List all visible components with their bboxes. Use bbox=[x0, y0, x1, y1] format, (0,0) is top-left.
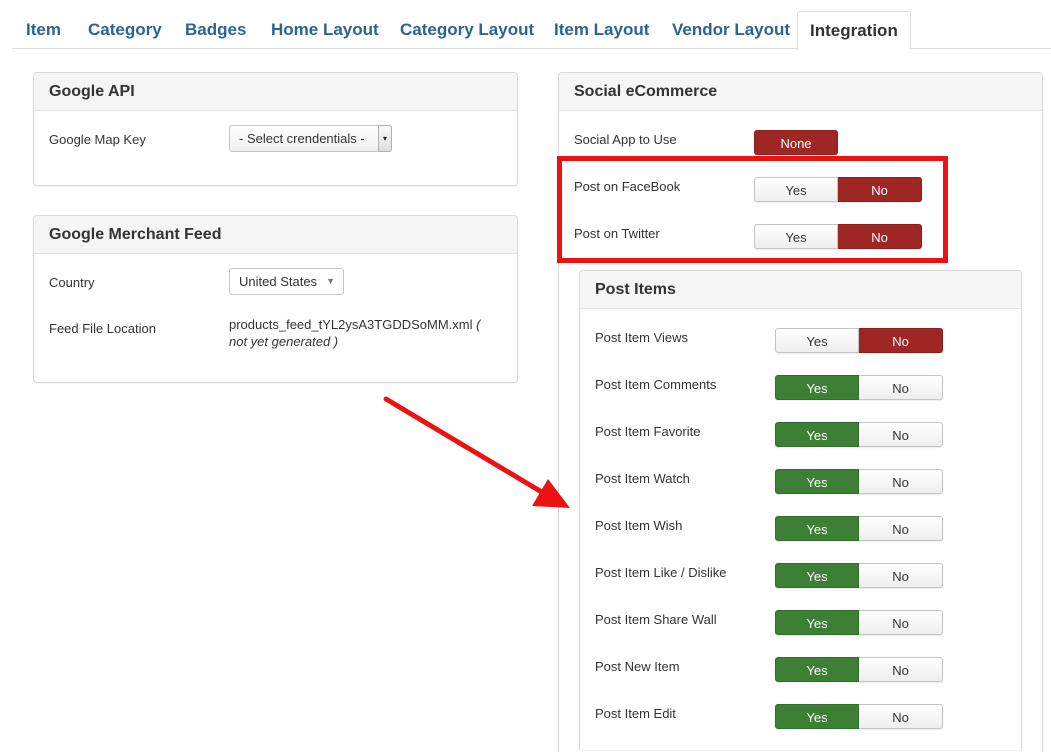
post-item-toggle: Yes No bbox=[775, 375, 943, 400]
tab-integration[interactable]: Integration bbox=[797, 11, 911, 50]
tab-item[interactable]: Item bbox=[26, 11, 61, 49]
post-item-no-button[interactable]: No bbox=[859, 469, 943, 494]
social-app-none-button[interactable]: None bbox=[754, 130, 838, 155]
feed-file-name: products_feed_tYL2ysA3TGDDSoMM.xml bbox=[229, 317, 473, 332]
post-item-yes-button[interactable]: Yes bbox=[775, 328, 859, 353]
post-item-no-button[interactable]: No bbox=[859, 375, 943, 400]
post-item-label: Post Item Views bbox=[595, 330, 688, 345]
post-item-toggle: Yes No bbox=[775, 422, 943, 447]
social-app-label: Social App to Use bbox=[574, 132, 677, 147]
country-label: Country bbox=[49, 275, 95, 290]
google-map-key-label: Google Map Key bbox=[49, 132, 146, 147]
post-item-toggle: Yes No bbox=[775, 516, 943, 541]
post-item-toggle: Yes No bbox=[775, 328, 943, 353]
post-item-toggle: Yes No bbox=[775, 610, 943, 635]
post-item-label: Post Item Wish bbox=[595, 518, 683, 533]
post-item-label: Post Item Edit bbox=[595, 706, 676, 721]
tab-home-layout[interactable]: Home Layout bbox=[271, 11, 379, 49]
post-item-label: Post Item Favorite bbox=[595, 424, 701, 439]
post-item-yes-button[interactable]: Yes bbox=[775, 469, 859, 494]
social-app-selector: None bbox=[754, 130, 838, 155]
merchant-feed-panel: Google Merchant Feed Country United Stat… bbox=[33, 215, 518, 383]
google-map-key-value: - Select crendentials - bbox=[239, 131, 365, 146]
post-item-no-button[interactable]: No bbox=[859, 328, 943, 353]
post-item-yes-button[interactable]: Yes bbox=[775, 422, 859, 447]
google-map-key-select[interactable]: - Select crendentials - ▾ bbox=[229, 125, 392, 152]
merchant-feed-title: Google Merchant Feed bbox=[34, 216, 517, 254]
post-item-no-button[interactable]: No bbox=[859, 704, 943, 729]
post-item-yes-button[interactable]: Yes bbox=[775, 375, 859, 400]
post-item-toggle: Yes No bbox=[775, 704, 943, 729]
post-item-no-button[interactable]: No bbox=[859, 516, 943, 541]
post-item-yes-button[interactable]: Yes bbox=[775, 610, 859, 635]
post-item-toggle: Yes No bbox=[775, 563, 943, 588]
post-item-label: Post Item Share Wall bbox=[595, 612, 717, 627]
post-item-no-button[interactable]: No bbox=[859, 422, 943, 447]
post-item-yes-button[interactable]: Yes bbox=[775, 657, 859, 682]
post-item-no-button[interactable]: No bbox=[859, 563, 943, 588]
annotation-arrow-icon bbox=[383, 396, 570, 508]
post-item-yes-button[interactable]: Yes bbox=[775, 704, 859, 729]
country-value: United States bbox=[239, 274, 318, 289]
tab-item-layout[interactable]: Item Layout bbox=[554, 11, 649, 49]
post-item-yes-button[interactable]: Yes bbox=[775, 563, 859, 588]
post-item-toggle: Yes No bbox=[775, 657, 943, 682]
tab-badges[interactable]: Badges bbox=[185, 11, 246, 49]
post-item-label: Post New Item bbox=[595, 659, 680, 674]
select-arrow-icon: ▾ bbox=[378, 125, 392, 152]
post-items-panel: Post Items Post Item Views Yes No Post Item… bbox=[579, 270, 1022, 750]
feed-file-value: products_feed_tYL2ysA3TGDDSoMM.xml ( not… bbox=[229, 316, 499, 350]
google-api-title: Google API bbox=[34, 73, 517, 111]
feed-file-location-label: Feed File Location bbox=[49, 321, 156, 336]
tab-bar: Item Category Badges Home Layout Categor… bbox=[12, 11, 1051, 50]
post-item-label: Post Item Comments bbox=[595, 377, 717, 392]
post-item-no-button[interactable]: No bbox=[859, 657, 943, 682]
country-select[interactable]: United States ▼ bbox=[229, 268, 344, 295]
post-item-no-button[interactable]: No bbox=[859, 610, 943, 635]
annotation-highlight-box bbox=[557, 156, 948, 263]
tab-vendor-layout[interactable]: Vendor Layout bbox=[672, 11, 790, 49]
tab-category-layout[interactable]: Category Layout bbox=[400, 11, 534, 49]
post-items-title: Post Items bbox=[580, 271, 1021, 309]
post-item-label: Post Item Watch bbox=[595, 471, 690, 486]
google-api-panel: Google API Google Map Key - Select crend… bbox=[33, 72, 518, 186]
post-item-yes-button[interactable]: Yes bbox=[775, 516, 859, 541]
post-item-label: Post Item Like / Dislike bbox=[595, 565, 727, 580]
chevron-down-icon: ▼ bbox=[326, 276, 335, 286]
tab-category[interactable]: Category bbox=[88, 11, 162, 49]
post-item-toggle: Yes No bbox=[775, 469, 943, 494]
social-ecommerce-title: Social eCommerce bbox=[559, 73, 1042, 111]
